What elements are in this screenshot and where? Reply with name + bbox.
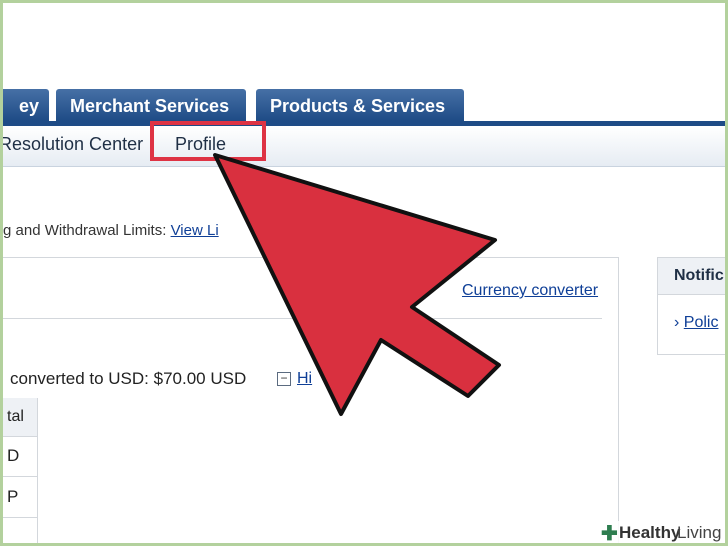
- hide-link[interactable]: Hi: [297, 370, 312, 387]
- balance-table: tal D P: [3, 398, 38, 543]
- chevron-right-icon: ›: [674, 314, 680, 331]
- policy-link-text[interactable]: Polic: [684, 314, 719, 331]
- limits-text: g and Withdrawal Limits:: [3, 222, 171, 239]
- table-row: D: [3, 436, 37, 477]
- balance-panel: Currency converter converted to USD: $70…: [3, 257, 619, 543]
- currency-converter-link[interactable]: Currency converter: [462, 282, 598, 300]
- profile-highlight-box: [150, 121, 266, 161]
- watermark-word-1: Healthy: [619, 523, 681, 542]
- table-cell: P: [7, 487, 19, 506]
- table-row: P: [3, 477, 37, 518]
- tab-money[interactable]: ey: [3, 89, 49, 121]
- table-header-total: tal: [3, 398, 37, 437]
- table-header-text: tal: [7, 408, 24, 425]
- watermark-word-2: Living: [677, 523, 722, 542]
- hide-toggle[interactable]: − Hi: [277, 370, 312, 388]
- table-cell: D: [7, 446, 20, 465]
- policy-link[interactable]: › Polic: [674, 314, 718, 332]
- notifications-header: Notific: [658, 258, 725, 295]
- view-limits-link[interactable]: View Li: [171, 222, 219, 239]
- tab-products-services[interactable]: Products & Services: [256, 89, 464, 121]
- subnav-resolution-center[interactable]: Resolution Center: [3, 134, 143, 155]
- converted-balance-text: converted to USD: $70.00 USD: [10, 369, 247, 388]
- limits-line: g and Withdrawal Limits: View Li: [3, 222, 219, 239]
- collapse-icon: −: [277, 371, 291, 386]
- panel-divider: [3, 318, 602, 319]
- screenshot-frame: ey Merchant Services Products & Services…: [0, 0, 728, 546]
- tab-merchant-services[interactable]: Merchant Services: [56, 89, 246, 121]
- main-tab-bar: ey Merchant Services Products & Services: [3, 89, 725, 121]
- notifications-panel: Notific › Polic: [657, 257, 725, 355]
- sub-navigation: Resolution Center Profile: [3, 126, 725, 167]
- notifications-title: Notific: [674, 267, 724, 284]
- plus-logo-icon: ✚: [601, 523, 618, 545]
- healthy-living-watermark: ✚ Healthy Living: [595, 521, 725, 545]
